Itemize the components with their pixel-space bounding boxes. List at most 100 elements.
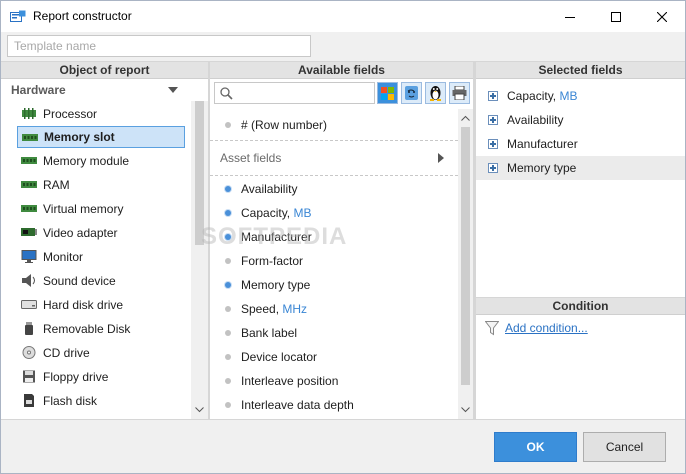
object-item-monitor[interactable]: Monitor	[17, 246, 185, 268]
expand-plus-icon[interactable]	[488, 115, 498, 125]
selected-field-capacity[interactable]: Capacity, MB	[476, 84, 685, 108]
field-used-dot	[225, 282, 231, 288]
object-scrollbar[interactable]	[191, 101, 208, 419]
field-form-factor[interactable]: Form-factor	[210, 249, 458, 273]
expand-plus-icon[interactable]	[488, 163, 498, 173]
field-device-locator[interactable]: Device locator	[210, 345, 458, 369]
field-label: Speed, MHz	[241, 302, 308, 316]
field-label: Bank label	[241, 326, 298, 340]
monitor-icon	[21, 250, 37, 263]
object-item-flash-disk[interactable]: Flash disk	[17, 390, 185, 412]
field-bank-label[interactable]: Bank label	[210, 321, 458, 345]
field-status-dot	[225, 122, 231, 128]
field-label: Capacity, MB	[241, 206, 312, 220]
object-pane: Hardware Processor Memory slot Memory mo…	[1, 79, 208, 419]
cancel-button[interactable]: Cancel	[583, 432, 666, 462]
field-manufacturer[interactable]: Manufacturer	[210, 225, 458, 249]
field-speed[interactable]: Speed, MHz	[210, 297, 458, 321]
fields-scrollbar-thumb[interactable]	[461, 127, 470, 385]
expand-plus-icon[interactable]	[488, 139, 498, 149]
minimize-button[interactable]	[547, 1, 593, 32]
object-item-label: Memory module	[43, 154, 130, 168]
close-button[interactable]	[639, 1, 685, 32]
add-condition-link[interactable]: Add condition...	[505, 321, 588, 335]
expand-arrow-icon[interactable]	[438, 153, 444, 163]
report-constructor-window: Report constructor Object of report Avai…	[0, 0, 686, 474]
object-scrollbar-thumb[interactable]	[195, 101, 204, 245]
scroll-down-icon[interactable]	[461, 407, 470, 413]
selected-field-label: Capacity, MB	[507, 89, 578, 103]
field-memory-type[interactable]: Memory type	[210, 273, 458, 297]
asset-fields-section[interactable]: Asset fields	[210, 141, 458, 175]
field-status-dot	[225, 378, 231, 384]
printer-icon	[452, 86, 467, 100]
field-status-dot	[225, 258, 231, 264]
field-interleave-data-depth[interactable]: Interleave data depth	[210, 393, 458, 417]
object-item-sound-device[interactable]: Sound device	[17, 270, 185, 292]
collapse-arrow-icon[interactable]	[168, 87, 178, 93]
field-unit: MHz	[282, 302, 308, 316]
available-pane-title: Available fields	[298, 63, 385, 77]
title-bar: Report constructor	[1, 1, 685, 32]
windows-icon	[381, 87, 394, 100]
maximize-button[interactable]	[593, 1, 639, 32]
section-divider	[210, 175, 458, 176]
hdd-icon	[21, 300, 37, 309]
linux-filter-button[interactable]	[425, 82, 446, 104]
hardware-group-header[interactable]: Hardware	[1, 79, 191, 101]
hardware-group-title: Hardware	[11, 83, 66, 97]
memory-icon	[21, 181, 37, 188]
object-item-label: Video adapter	[43, 226, 118, 240]
selected-field-memory-type[interactable]: Memory type	[476, 156, 685, 180]
object-item-label: Hard disk drive	[43, 298, 124, 312]
field-row-number[interactable]: # (Row number)	[210, 113, 458, 137]
usb-drive-icon	[25, 322, 33, 335]
object-item-removable-disk[interactable]: Removable Disk	[17, 318, 185, 340]
available-pane: # (Row number) Asset fields Availability…	[210, 79, 473, 419]
scroll-down-icon[interactable]	[195, 407, 204, 413]
object-item-label: CD drive	[43, 346, 90, 360]
ok-button[interactable]: OK	[494, 432, 577, 462]
field-label: Form-factor	[241, 254, 304, 268]
windows-filter-button[interactable]	[377, 82, 398, 104]
expand-plus-icon[interactable]	[488, 91, 498, 101]
video-card-icon	[21, 228, 37, 236]
object-item-ram[interactable]: RAM	[17, 174, 185, 196]
object-item-video-adapter[interactable]: Video adapter	[17, 222, 185, 244]
field-interleave-position[interactable]: Interleave position	[210, 369, 458, 393]
selected-field-availability[interactable]: Availability	[476, 108, 685, 132]
field-availability[interactable]: Availability	[210, 177, 458, 201]
field-capacity[interactable]: Capacity, MB	[210, 201, 458, 225]
field-search-input[interactable]	[214, 82, 375, 104]
object-item-label: Flash disk	[43, 394, 98, 408]
object-item-label: Memory slot	[44, 130, 115, 144]
object-item-memory-slot[interactable]: Memory slot	[17, 126, 185, 148]
object-item-virtual-memory[interactable]: Virtual memory	[17, 198, 185, 220]
selected-pane-header: Selected fields	[476, 61, 685, 79]
printer-filter-button[interactable]	[449, 82, 470, 104]
window-title: Report constructor	[33, 9, 132, 23]
fields-scrollbar[interactable]	[458, 109, 473, 419]
scroll-up-icon[interactable]	[461, 115, 470, 121]
field-unit: MB	[559, 89, 578, 103]
template-name-input[interactable]	[7, 35, 311, 57]
field-label: Interleave position	[241, 374, 339, 388]
maximize-icon	[611, 11, 621, 22]
field-label: Manufacturer	[241, 230, 312, 244]
asset-fields-label: Asset fields	[220, 151, 282, 165]
object-item-floppy-drive[interactable]: Floppy drive	[17, 366, 185, 388]
selected-field-manufacturer[interactable]: Manufacturer	[476, 132, 685, 156]
object-item-memory-module[interactable]: Memory module	[17, 150, 185, 172]
template-row	[1, 32, 685, 61]
object-item-cd-drive[interactable]: CD drive	[17, 342, 185, 364]
mac-icon	[405, 86, 418, 100]
mac-filter-button[interactable]	[401, 82, 422, 104]
selected-pane-title: Selected fields	[538, 63, 623, 77]
field-used-dot	[225, 234, 231, 240]
field-used-dot	[225, 186, 231, 192]
object-item-hard-disk-drive[interactable]: Hard disk drive	[17, 294, 185, 316]
close-icon	[657, 11, 667, 22]
object-item-processor[interactable]: Processor	[17, 103, 185, 125]
minimize-icon	[565, 16, 575, 18]
selected-pane: Capacity, MB Availability Manufacturer M…	[476, 79, 685, 297]
